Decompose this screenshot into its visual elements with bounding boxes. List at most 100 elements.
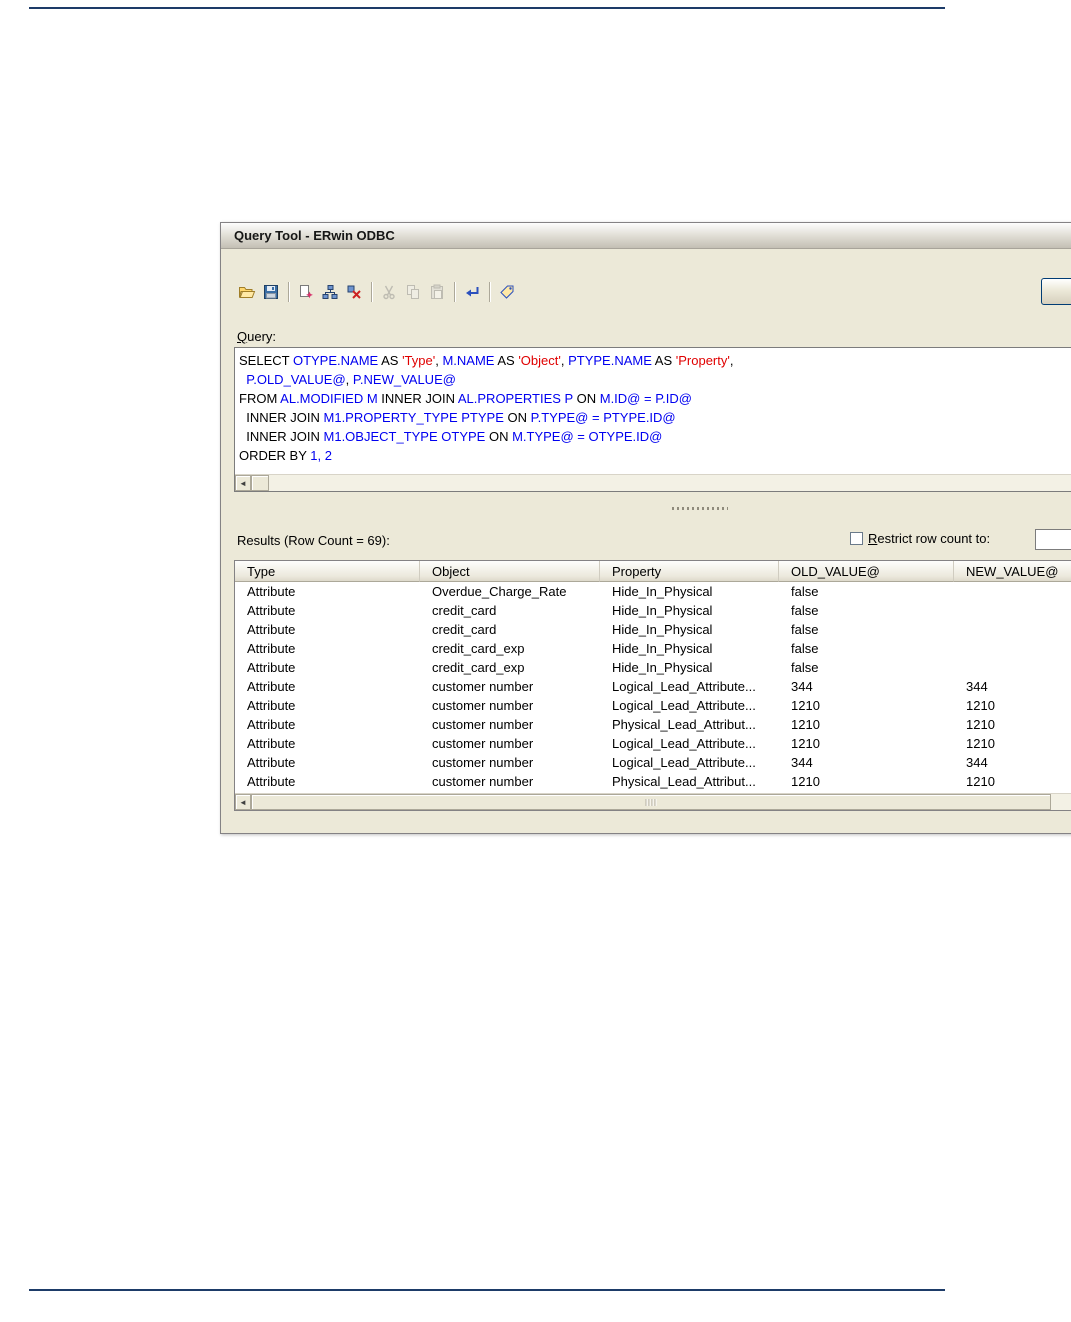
table-row[interactable]: Attribute customer number Logical_Lead_Att… bbox=[235, 677, 1071, 696]
sql-line: FROM AL.MODIFIED M INNER JOIN AL.PROPERT… bbox=[239, 391, 692, 406]
toolbar-separator bbox=[454, 282, 455, 302]
table-cell: 1210 bbox=[966, 774, 995, 789]
table-row[interactable]: Attribute customer number Logical_Lead_Att… bbox=[235, 734, 1071, 753]
table-cell: 1210 bbox=[966, 736, 995, 751]
delete-query-icon[interactable] bbox=[342, 280, 366, 304]
cutoff-button[interactable] bbox=[1041, 278, 1071, 305]
table-cell: 344 bbox=[966, 755, 988, 770]
table-cell bbox=[954, 639, 1071, 658]
table-row[interactable]: Attribute customer number Logical_Lead_Att… bbox=[235, 753, 1071, 772]
results-grid: Type Object Property OLD_VALUE@ NEW_VALUE@ A… bbox=[234, 560, 1071, 811]
sql-line: INNER JOIN M1.OBJECT_TYPE OTYPE ON M.TYP… bbox=[239, 429, 663, 444]
sql-line: P.OLD_VALUE@, P.NEW_VALUE@ bbox=[246, 372, 456, 387]
table-cell: customer number bbox=[432, 755, 534, 770]
table-cell: customer number bbox=[432, 698, 534, 713]
table-cell: Logical_Lead_Attribute... bbox=[612, 755, 756, 770]
results-scroll-thumb[interactable] bbox=[251, 794, 1051, 810]
table-cell: Hide_In_Physical bbox=[612, 584, 713, 599]
table-row[interactable]: Attribute customer number Physical_Lead_At… bbox=[235, 715, 1071, 734]
table-row[interactable]: Attribute customer number Physical_Lead_At… bbox=[235, 772, 1071, 791]
table-cell bbox=[954, 582, 1071, 601]
table-cell: customer number bbox=[432, 679, 534, 694]
title-bar[interactable]: Query Tool - ERwin ODBC bbox=[221, 223, 1071, 249]
query-scroll-thumb[interactable] bbox=[251, 475, 269, 491]
table-row[interactable]: Attribute credit_card Hide_In_Physical fals… bbox=[235, 620, 1071, 639]
restrict-row-count-group: Restrict row count to: bbox=[850, 531, 990, 546]
table-row[interactable]: Attribute credit_card_exp Hide_In_Physical… bbox=[235, 658, 1071, 677]
table-cell: 344 bbox=[791, 679, 813, 694]
table-cell: Attribute bbox=[247, 755, 296, 770]
table-row[interactable]: Attribute credit_card Hide_In_Physical fals… bbox=[235, 601, 1071, 620]
query-tool-window: Query Tool - ERwin ODBC Query: SELECT OT… bbox=[220, 222, 1071, 834]
table-cell: 1210 bbox=[966, 698, 995, 713]
table-cell: Logical_Lead_Attribute... bbox=[612, 698, 756, 713]
table-cell: credit_card_exp bbox=[432, 660, 525, 675]
copy-icon bbox=[401, 280, 425, 304]
column-header-old-value-[interactable]: OLD_VALUE@ bbox=[779, 561, 954, 582]
paste-icon bbox=[425, 280, 449, 304]
table-cell: false bbox=[791, 641, 819, 656]
table-row[interactable]: Attribute credit_card_exp Hide_In_Physical… bbox=[235, 639, 1071, 658]
tag-icon[interactable] bbox=[495, 280, 519, 304]
results-hscrollbar[interactable]: ◄ bbox=[235, 793, 1071, 810]
scroll-left-icon[interactable]: ◄ bbox=[235, 475, 251, 491]
scroll-left-icon[interactable]: ◄ bbox=[235, 794, 251, 810]
save-icon[interactable] bbox=[259, 280, 283, 304]
execute-query-icon[interactable] bbox=[460, 280, 484, 304]
table-cell: customer number bbox=[432, 736, 534, 751]
table-cell: customer number bbox=[432, 717, 534, 732]
column-header-new-value-[interactable]: NEW_VALUE@ bbox=[954, 561, 1071, 582]
table-row[interactable]: Attribute Overdue_Charge_Rate Hide_In_Phys… bbox=[235, 582, 1071, 601]
table-cell: Attribute bbox=[247, 660, 296, 675]
toolbar-separator bbox=[371, 282, 372, 302]
toolbar bbox=[235, 279, 519, 305]
query-hscrollbar[interactable]: ◄ bbox=[235, 474, 1071, 491]
table-cell: false bbox=[791, 622, 819, 637]
table-cell: Attribute bbox=[247, 641, 296, 656]
toolbar-separator bbox=[288, 282, 289, 302]
table-cell: credit_card bbox=[432, 603, 497, 618]
table-cell bbox=[954, 620, 1071, 639]
table-cell: customer number bbox=[432, 774, 534, 789]
table-cell bbox=[954, 658, 1071, 677]
sql-line: ORDER BY 1, 2 bbox=[239, 448, 332, 463]
table-cell: 1210 bbox=[791, 698, 820, 713]
table-cell: Physical_Lead_Attribut... bbox=[612, 774, 756, 789]
table-cell: Physical_Lead_Attribut... bbox=[612, 717, 756, 732]
table-cell: Hide_In_Physical bbox=[612, 622, 713, 637]
splitter-handle[interactable] bbox=[234, 504, 1071, 513]
restrict-count-input[interactable] bbox=[1035, 529, 1071, 550]
restrict-checkbox[interactable] bbox=[850, 532, 863, 545]
table-cell: Logical_Lead_Attribute... bbox=[612, 679, 756, 694]
table-cell: credit_card bbox=[432, 622, 497, 637]
table-cell bbox=[954, 601, 1071, 620]
column-header-property[interactable]: Property bbox=[600, 561, 779, 582]
page-bottom-rule bbox=[29, 1289, 945, 1291]
column-header-object[interactable]: Object bbox=[420, 561, 600, 582]
query-tree-icon[interactable] bbox=[318, 280, 342, 304]
table-cell: Hide_In_Physical bbox=[612, 603, 713, 618]
window-title: Query Tool - ERwin ODBC bbox=[234, 228, 395, 243]
table-cell: Attribute bbox=[247, 717, 296, 732]
table-cell: Attribute bbox=[247, 774, 296, 789]
table-cell: 344 bbox=[966, 679, 988, 694]
sql-line: SELECT OTYPE.NAME AS 'Type', M.NAME AS '… bbox=[239, 353, 734, 368]
column-header-type[interactable]: Type bbox=[235, 561, 420, 582]
page-top-rule bbox=[29, 7, 945, 9]
query-editor[interactable]: SELECT OTYPE.NAME AS 'Type', M.NAME AS '… bbox=[234, 347, 1071, 492]
cut-icon bbox=[377, 280, 401, 304]
table-cell: credit_card_exp bbox=[432, 641, 525, 656]
table-cell: Attribute bbox=[247, 679, 296, 694]
results-label: Results (Row Count = 69): bbox=[237, 533, 390, 548]
table-cell: Attribute bbox=[247, 603, 296, 618]
toolbar-separator bbox=[489, 282, 490, 302]
table-cell: false bbox=[791, 660, 819, 675]
grid-header: Type Object Property OLD_VALUE@ NEW_VALUE@ bbox=[235, 561, 1071, 582]
new-query-icon[interactable] bbox=[294, 280, 318, 304]
table-cell: Logical_Lead_Attribute... bbox=[612, 736, 756, 751]
open-icon[interactable] bbox=[235, 280, 259, 304]
table-row[interactable]: Attribute customer number Logical_Lead_Att… bbox=[235, 696, 1071, 715]
table-cell: 1210 bbox=[791, 717, 820, 732]
splitter-dots-icon bbox=[672, 507, 728, 510]
thumb-grip-icon bbox=[645, 799, 657, 806]
